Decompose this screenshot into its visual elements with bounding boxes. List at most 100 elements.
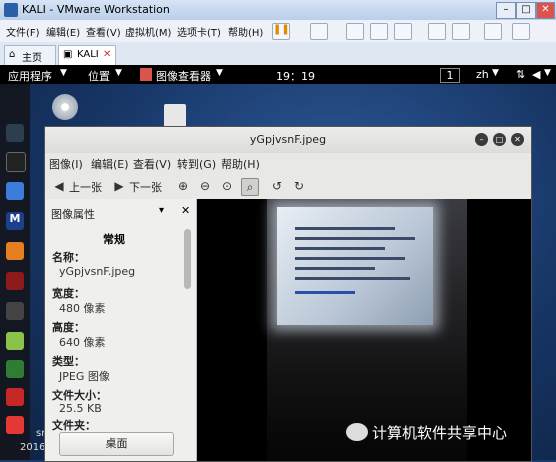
close-sidebar-icon[interactable]: ✕ xyxy=(181,204,190,217)
chevron-down-icon: ▼ xyxy=(216,68,223,78)
stretch-icon[interactable] xyxy=(512,23,530,40)
tool-icon[interactable] xyxy=(6,360,24,378)
console-view-icon[interactable] xyxy=(484,23,502,40)
maximize-icon[interactable]: □ xyxy=(493,133,506,146)
menu-view[interactable]: 查看(V) xyxy=(86,24,121,39)
revert-snapshot-icon[interactable] xyxy=(370,23,388,40)
workspace-indicator[interactable]: 1 xyxy=(440,68,460,83)
armitage-icon[interactable] xyxy=(6,272,24,290)
fullscreen-icon[interactable] xyxy=(428,23,446,40)
previous-button[interactable]: 上一张 xyxy=(69,179,102,195)
size-value: 25.5 KB xyxy=(59,402,102,415)
applications-menu[interactable]: 应用程序 xyxy=(8,68,52,84)
disc-icon[interactable] xyxy=(52,94,78,120)
app-icon[interactable] xyxy=(6,388,24,406)
name-value: yGpjvsnF.jpeg xyxy=(59,265,136,278)
next-button[interactable]: 下一张 xyxy=(129,179,162,195)
close-icon[interactable]: ✕ xyxy=(511,133,524,146)
dock: M xyxy=(0,84,30,460)
viewer-titlebar: yGpjvsnF.jpeg – □ ✕ xyxy=(45,127,531,153)
menu-go[interactable]: 转到(G) xyxy=(177,156,216,172)
home-icon: ⌂ xyxy=(9,49,16,60)
open-folder-button[interactable]: 桌面 xyxy=(59,432,174,456)
close-button[interactable]: ✕ xyxy=(536,2,555,19)
files-icon[interactable] xyxy=(6,182,24,200)
image-viewer-window: yGpjvsnF.jpeg – □ ✕ 图像(I) 编辑(E) 查看(V) 转到… xyxy=(44,126,532,462)
zoom-in-icon[interactable]: ⊕ xyxy=(175,178,191,194)
tab-close-icon[interactable]: ✕ xyxy=(103,49,111,60)
type-label: 类型： xyxy=(52,355,85,368)
send-keys-icon[interactable] xyxy=(310,23,328,40)
sidebar-scrollbar[interactable] xyxy=(184,229,191,289)
tab-home[interactable]: ⌂ 主页 xyxy=(4,45,56,65)
chevron-down-icon: ▼ xyxy=(544,68,551,78)
network-icon[interactable]: ⇅ xyxy=(516,68,525,81)
chevron-down-icon: ▼ xyxy=(492,68,499,78)
zoom-normal-icon[interactable]: ⊙ xyxy=(219,178,235,194)
viewer-menubar: 图像(I) 编辑(E) 查看(V) 转到(G) 帮助(H) xyxy=(45,153,531,173)
viewer-title: yGpjvsnF.jpeg xyxy=(249,133,327,146)
menu-help[interactable]: 帮助(H) xyxy=(228,24,263,39)
maltego-icon[interactable] xyxy=(6,302,24,320)
arrow-right-icon[interactable]: ▶ xyxy=(111,178,127,194)
sidebar-title: 图像属性 xyxy=(51,208,95,221)
size-label: 文件大小： xyxy=(52,389,107,402)
metasploit-icon[interactable]: M xyxy=(6,212,24,230)
chevron-down-icon[interactable]: ▾ xyxy=(159,205,164,216)
vm-icon: ▣ xyxy=(63,49,73,60)
chevron-down-icon: ▼ xyxy=(115,68,122,78)
notes-icon[interactable] xyxy=(6,332,24,350)
menu-view[interactable]: 查看(V) xyxy=(133,156,171,172)
menu-tabs[interactable]: 选项卡(T) xyxy=(177,24,221,39)
width-value: 480 像素 xyxy=(59,302,106,315)
menu-vm[interactable]: 虚拟机(M) xyxy=(125,24,171,39)
chevron-down-icon: ▼ xyxy=(60,68,67,78)
snapshot-manager-icon[interactable] xyxy=(394,23,412,40)
image-properties-sidebar: 图像属性 ▾ ✕ 常规 名称： yGpjvsnF.jpeg 宽度： 480 像素… xyxy=(45,199,197,461)
zoom-out-icon[interactable]: ⊖ xyxy=(197,178,213,194)
volume-icon[interactable]: ◀ xyxy=(532,68,540,81)
type-value: JPEG 图像 xyxy=(59,370,110,383)
maximize-button[interactable]: □ xyxy=(516,2,536,19)
watermark-text: 计算机软件共享中心 xyxy=(372,424,508,442)
vmware-logo-icon xyxy=(4,3,18,17)
menu-help[interactable]: 帮助(H) xyxy=(221,156,260,172)
image-viewer-icon[interactable] xyxy=(6,416,24,434)
height-label: 高度： xyxy=(52,321,85,334)
menu-edit[interactable]: 编辑(E) xyxy=(46,24,80,39)
tab-home-label: 主页 xyxy=(22,53,42,64)
places-menu[interactable]: 位置 xyxy=(88,68,110,84)
app-icon xyxy=(140,68,152,81)
minimize-icon[interactable]: – xyxy=(475,133,488,146)
tab-kali[interactable]: ▣ KALI ✕ xyxy=(58,45,116,65)
minimize-button[interactable]: – xyxy=(496,2,516,19)
active-app-menu[interactable]: 图像查看器 xyxy=(156,68,211,84)
window-title: KALI - VMware Workstation xyxy=(22,3,170,16)
section-title: 常规 xyxy=(103,233,125,246)
menu-image[interactable]: 图像(I) xyxy=(49,156,83,172)
pause-icon[interactable]: ❚❚ xyxy=(272,23,290,40)
wechat-icon xyxy=(346,423,368,441)
file-icon[interactable] xyxy=(164,104,186,128)
recon-icon[interactable] xyxy=(6,124,24,142)
photographed-monitor xyxy=(277,207,433,325)
snapshot-icon[interactable] xyxy=(346,23,364,40)
width-label: 宽度： xyxy=(52,287,85,300)
rotate-left-icon[interactable]: ↺ xyxy=(269,178,285,194)
input-method[interactable]: zh xyxy=(476,68,489,81)
rotate-right-icon[interactable]: ↻ xyxy=(291,178,307,194)
unity-icon[interactable] xyxy=(452,23,470,40)
zoom-fit-icon[interactable]: ⌕ xyxy=(241,178,259,196)
menu-edit[interactable]: 编辑(E) xyxy=(91,156,129,172)
clock[interactable]: 19：19 xyxy=(276,68,315,84)
terminal-icon[interactable] xyxy=(6,152,26,172)
arrow-left-icon[interactable]: ◀ xyxy=(51,178,67,194)
height-value: 640 像素 xyxy=(59,336,106,349)
tab-kali-label: KALI xyxy=(77,49,99,60)
name-label: 名称： xyxy=(52,251,85,264)
burpsuite-icon[interactable] xyxy=(6,242,24,260)
gnome-topbar: 应用程序 ▼ 位置 ▼ 图像查看器 ▼ 19：19 1 zh ▼ ⇅ ◀ ▼ xyxy=(0,65,556,84)
viewer-toolbar: ◀ 上一张 ▶ 下一张 ⊕ ⊖ ⊙ ⌕ ↺ ↻ xyxy=(45,173,531,200)
vmware-titlebar: KALI - VMware Workstation – □ ✕ xyxy=(0,0,556,20)
menu-file[interactable]: 文件(F) xyxy=(6,24,40,39)
